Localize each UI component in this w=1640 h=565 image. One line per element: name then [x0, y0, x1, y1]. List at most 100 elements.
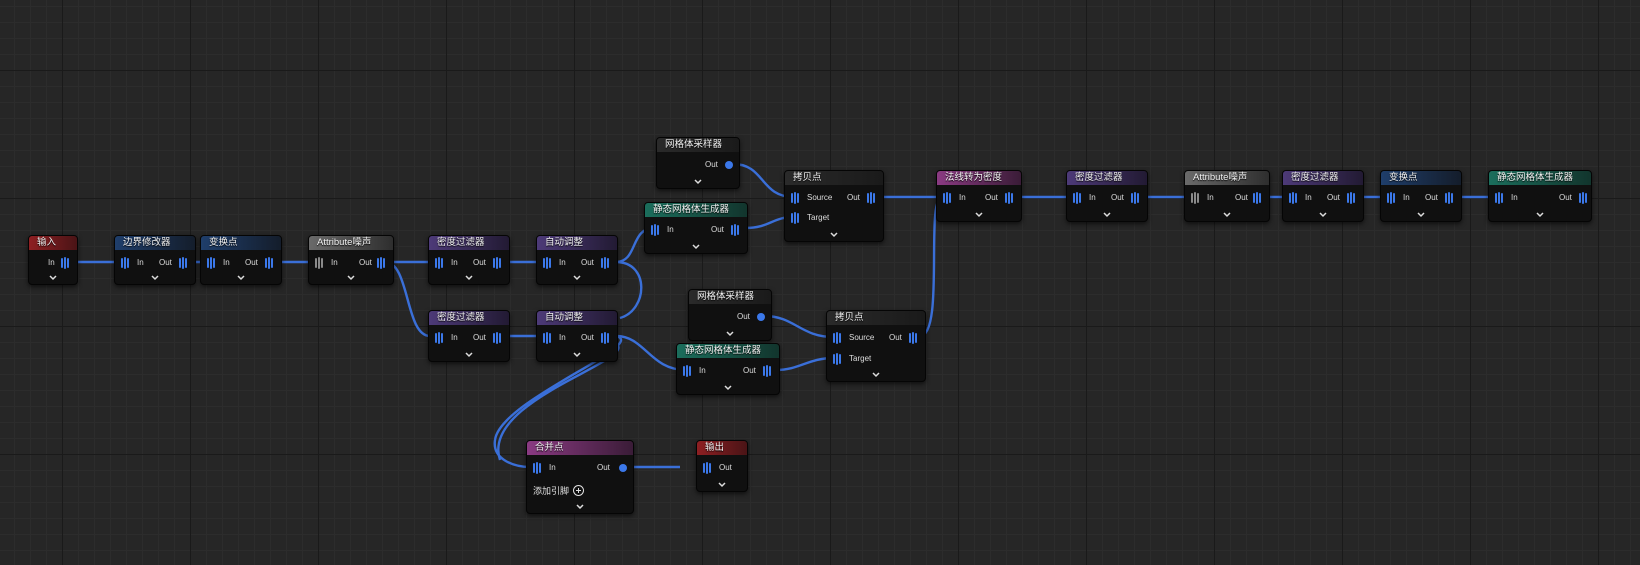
output-pin-icon[interactable] — [601, 332, 612, 344]
output-pin-icon[interactable] — [725, 161, 733, 169]
pin-label: In — [1207, 193, 1214, 202]
pin-label: Out — [743, 366, 756, 375]
node-normal-to-density[interactable]: 法线转为密度 In Out — [936, 170, 1022, 222]
node-title: 网格体采样器 — [657, 138, 739, 152]
node-static-mesh-spawner-1[interactable]: 静态网格体生成器 In Out — [644, 202, 748, 254]
node-density-filter-1[interactable]: 密度过滤器 In Out — [428, 235, 510, 285]
output-pin-icon[interactable] — [179, 257, 190, 269]
expand-chevron-icon[interactable] — [1317, 211, 1329, 219]
expand-chevron-icon[interactable] — [235, 274, 247, 282]
pin-label: Out — [985, 193, 998, 202]
expand-chevron-icon[interactable] — [571, 274, 583, 282]
output-pin-icon[interactable] — [731, 224, 742, 236]
source-pin-icon[interactable] — [833, 332, 844, 344]
target-pin-icon[interactable] — [791, 212, 802, 224]
node-merge-points[interactable]: 合并点 In Out 添加引脚 — [526, 440, 634, 514]
output-pin-icon[interactable] — [1005, 192, 1016, 204]
expand-chevron-icon[interactable] — [690, 243, 702, 251]
node-self-pruning-2[interactable]: 自动调整 In Out — [536, 310, 618, 362]
pin-label: Out — [581, 258, 594, 267]
expand-chevron-icon[interactable] — [149, 274, 161, 282]
expand-chevron-icon[interactable] — [463, 351, 475, 359]
node-density-filter-4[interactable]: 密度过滤器 In Out — [1282, 170, 1364, 222]
expand-chevron-icon[interactable] — [692, 178, 704, 186]
output-pin-icon[interactable] — [493, 332, 504, 344]
pin-label: Out — [159, 258, 172, 267]
node-output[interactable]: 输出 Out — [696, 440, 748, 492]
node-title: 输入 — [29, 236, 77, 250]
input-pin-icon[interactable] — [315, 257, 326, 269]
pin-label: Out — [581, 333, 594, 342]
output-pin-icon[interactable] — [867, 192, 878, 204]
pin-label: In — [1403, 193, 1410, 202]
node-transform-points-1[interactable]: 变换点 In Out — [200, 235, 282, 285]
source-pin-icon[interactable] — [791, 192, 802, 204]
input-pin-icon[interactable] — [1289, 192, 1300, 204]
input-pin-icon[interactable] — [121, 257, 132, 269]
input-pin-icon[interactable] — [943, 192, 954, 204]
input-pin-icon[interactable] — [207, 257, 218, 269]
output-pin-icon[interactable] — [1579, 192, 1590, 204]
node-density-filter-3[interactable]: 密度过滤器 In Out — [1066, 170, 1148, 222]
expand-chevron-icon[interactable] — [463, 274, 475, 282]
input-pin-icon[interactable] — [543, 332, 554, 344]
output-pin-icon[interactable] — [1253, 192, 1264, 204]
output-pin-icon[interactable] — [601, 257, 612, 269]
node-copy-points-2[interactable]: 拷贝点 Source Out Target — [826, 310, 926, 382]
node-copy-points-1[interactable]: 拷贝点 Source Out Target — [784, 170, 884, 242]
input-pin-icon[interactable] — [1191, 192, 1202, 204]
expand-chevron-icon[interactable] — [1221, 211, 1233, 219]
expand-chevron-icon[interactable] — [1101, 211, 1113, 219]
node-density-filter-2[interactable]: 密度过滤器 In Out — [428, 310, 510, 362]
input-pin-icon[interactable] — [683, 365, 694, 377]
output-pin-icon[interactable] — [1347, 192, 1358, 204]
output-pin-icon[interactable] — [493, 257, 504, 269]
node-mesh-sampler-2[interactable]: 网格体采样器 Out — [688, 289, 772, 341]
node-boundary-modifier[interactable]: 边界修改器 In Out — [114, 235, 196, 285]
node-self-pruning-1[interactable]: 自动调整 In Out — [536, 235, 618, 285]
input-pin-icon[interactable] — [703, 462, 714, 474]
output-pin-icon[interactable] — [265, 257, 276, 269]
expand-chevron-icon[interactable] — [574, 503, 586, 511]
wire-sampler2-copy2 — [763, 314, 835, 339]
expand-chevron-icon[interactable] — [345, 274, 357, 282]
input-pin-icon[interactable] — [1495, 192, 1506, 204]
output-pin-icon[interactable] — [757, 313, 765, 321]
expand-chevron-icon[interactable] — [828, 231, 840, 239]
node-static-mesh-spawner-3[interactable]: 静态网格体生成器 In Out — [1488, 170, 1592, 222]
node-title: 输出 — [697, 441, 747, 455]
output-pin-icon[interactable] — [377, 257, 388, 269]
expand-chevron-icon[interactable] — [724, 330, 736, 338]
input-pin-icon[interactable] — [543, 257, 554, 269]
input-pin-icon[interactable] — [651, 224, 662, 236]
expand-chevron-icon[interactable] — [722, 384, 734, 392]
node-attribute-noise-1[interactable]: Attribute噪声 In Out — [308, 235, 394, 285]
output-pin-icon[interactable] — [619, 464, 627, 472]
output-pin-icon[interactable] — [61, 257, 72, 269]
expand-chevron-icon[interactable] — [1534, 211, 1546, 219]
expand-chevron-icon[interactable] — [973, 211, 985, 219]
output-pin-icon[interactable] — [763, 365, 774, 377]
expand-chevron-icon[interactable] — [870, 371, 882, 379]
input-pin-icon[interactable] — [435, 332, 446, 344]
add-pin-button[interactable]: 添加引脚 — [533, 484, 585, 497]
input-pin-icon[interactable] — [1387, 192, 1398, 204]
target-pin-icon[interactable] — [833, 353, 844, 365]
input-pin-icon[interactable] — [533, 462, 544, 474]
expand-chevron-icon[interactable] — [571, 351, 583, 359]
node-attribute-noise-2[interactable]: Attribute噪声 In Out — [1184, 170, 1270, 222]
output-pin-icon[interactable] — [1131, 192, 1142, 204]
node-input[interactable]: 输入 In — [28, 235, 78, 285]
output-pin-icon[interactable] — [909, 332, 920, 344]
node-mesh-sampler-1[interactable]: 网格体采样器 Out — [656, 137, 740, 189]
output-pin-icon[interactable] — [1445, 192, 1456, 204]
input-pin-icon[interactable] — [1073, 192, 1084, 204]
graph-canvas[interactable]: 输入 In 边界修改器 In Out 变换点 In Out Attribute噪… — [0, 0, 1640, 565]
node-transform-points-2[interactable]: 变换点 In Out — [1380, 170, 1462, 222]
node-static-mesh-spawner-2[interactable]: 静态网格体生成器 In Out — [676, 343, 780, 395]
expand-chevron-icon[interactable] — [47, 274, 59, 282]
input-pin-icon[interactable] — [435, 257, 446, 269]
expand-chevron-icon[interactable] — [716, 481, 728, 489]
expand-chevron-icon[interactable] — [1415, 211, 1427, 219]
pin-label: Out — [1111, 193, 1124, 202]
